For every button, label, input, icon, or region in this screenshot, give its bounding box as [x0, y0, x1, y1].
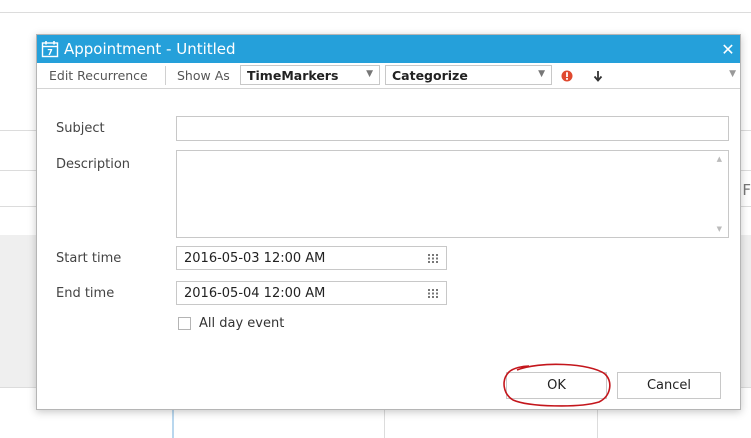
edit-recurrence-button[interactable]: Edit Recurrence	[49, 63, 148, 88]
end-time-value: 2016-05-04 12:00 AM	[184, 285, 326, 301]
dialog-toolbar: Edit Recurrence Show As TimeMarkers ▼ Ca…	[37, 63, 740, 89]
calendar-grid-icon[interactable]	[428, 254, 438, 263]
start-time-picker[interactable]: 2016-05-03 12:00 AM	[176, 246, 447, 270]
exclamation-icon[interactable]	[561, 63, 573, 88]
bg-panel	[0, 235, 36, 387]
exclamation-icon	[561, 70, 573, 81]
dialog-title: Appointment - Untitled	[64, 40, 236, 58]
bg-gridline	[0, 130, 36, 131]
calendar-grid-icon[interactable]	[428, 289, 438, 298]
subject-input[interactable]	[176, 116, 729, 141]
end-time-label: End time	[56, 286, 115, 301]
start-time-value: 2016-05-03 12:00 AM	[184, 250, 326, 266]
appointment-dialog: 7 Appointment - Untitled ✕ Edit Recurren…	[36, 34, 741, 410]
bg-gridline	[0, 12, 751, 13]
cancel-button[interactable]: Cancel	[617, 372, 721, 399]
show-as-dropdown[interactable]: TimeMarkers ▼	[240, 65, 380, 85]
show-as-label: Show As	[177, 68, 230, 83]
all-day-checkbox[interactable]	[178, 317, 191, 330]
bg-gridline	[597, 408, 598, 438]
close-icon[interactable]: ✕	[716, 35, 740, 63]
chevron-down-icon: ▼	[366, 69, 373, 79]
bg-gridline	[0, 170, 36, 171]
bg-gridline	[384, 408, 385, 438]
bg-partial-text: F	[742, 181, 751, 199]
description-label: Description	[56, 157, 131, 172]
categorize-dropdown[interactable]: Categorize ▼	[385, 65, 552, 85]
description-textarea[interactable]: ▲ ▼	[176, 150, 729, 238]
svg-text:7: 7	[47, 48, 53, 57]
calendar-icon: 7	[41, 41, 59, 58]
down-arrow-icon	[593, 70, 603, 82]
show-as-value: TimeMarkers	[247, 67, 339, 83]
dialog-titlebar[interactable]: 7 Appointment - Untitled ✕	[37, 35, 740, 63]
toolbar-separator	[165, 66, 166, 85]
start-time-label: Start time	[56, 251, 122, 266]
bg-selected-day-line	[172, 408, 174, 438]
all-day-row[interactable]: All day event	[178, 316, 284, 331]
scroll-up-icon[interactable]: ▲	[717, 155, 722, 163]
end-time-picker[interactable]: 2016-05-04 12:00 AM	[176, 281, 447, 305]
all-day-label: All day event	[199, 316, 285, 331]
chevron-down-icon: ▼	[538, 69, 545, 79]
categorize-value: Categorize	[392, 67, 468, 83]
down-arrow-icon[interactable]	[593, 63, 603, 88]
bg-gridline	[0, 206, 36, 207]
subject-label: Subject	[56, 121, 105, 136]
scroll-down-icon[interactable]: ▼	[717, 225, 722, 233]
overflow-icon[interactable]: ▼	[729, 69, 736, 79]
ok-button[interactable]: OK	[506, 372, 607, 399]
